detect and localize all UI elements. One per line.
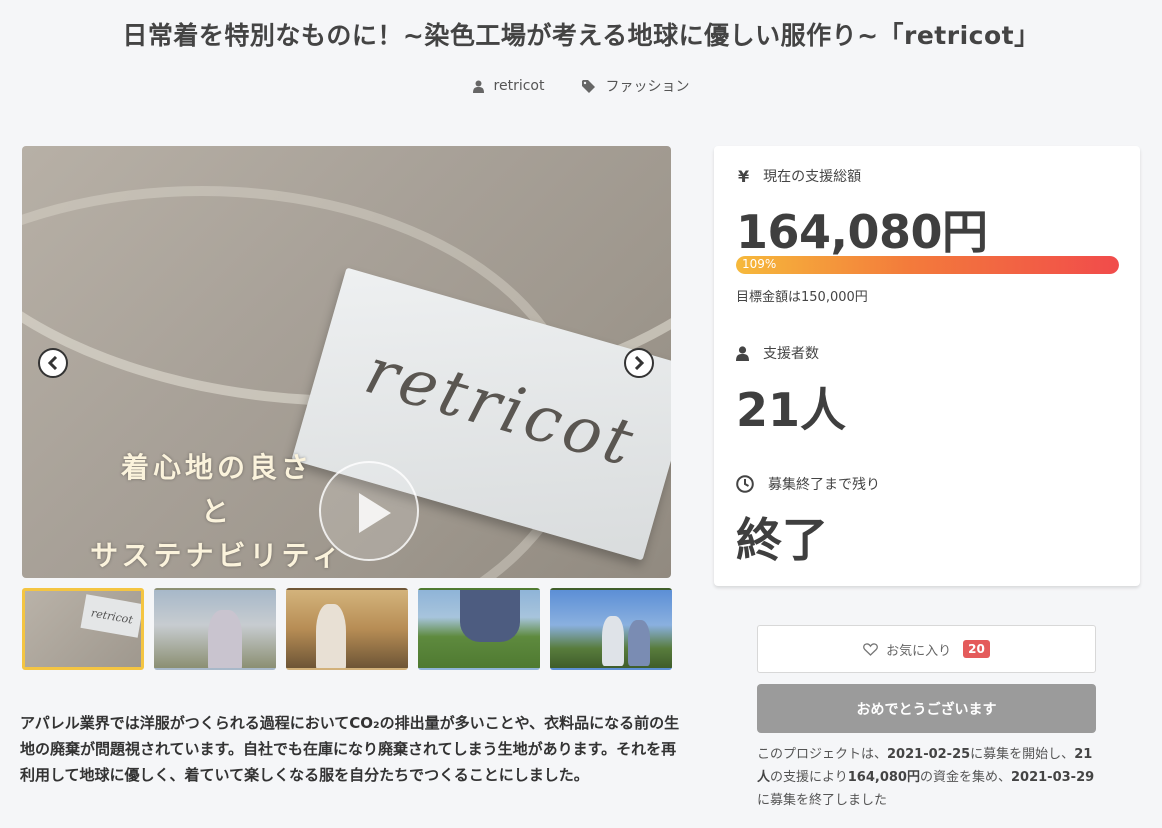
total-amount: 164,080円 [736,205,988,259]
amount-label: ¥ 現在の支援総額 [736,166,861,186]
summary-text: に募集を開始し、 [970,747,1075,762]
heart-icon [863,642,879,656]
person-figure [602,616,624,666]
summary-text: このプロジェクトは、 [757,747,888,762]
thumbnail-4[interactable] [418,588,540,670]
person-figure [208,610,242,668]
project-summary: このプロジェクトは、2021-02-25に募集を開始し、21人の支援により164… [757,743,1096,812]
skirt-figure [460,590,520,642]
funding-progress-bar: 109% [736,256,1119,274]
favorite-count-badge: 20 [963,640,990,658]
yen-icon: ¥ [738,166,750,186]
progress-fill [736,256,1119,274]
amount-label-text: 現在の支援総額 [763,169,862,185]
person-figure [628,620,650,666]
caption-line-3: サステナビリティ [90,539,344,572]
thumb-label-text: retricot [80,594,141,638]
funding-panel: ¥ 現在の支援総額 164,080円 109% 目標金額は150,000円 支援… [714,146,1140,586]
user-icon [472,80,484,93]
image-caption: 着心地の良さ と サステナビリティ [77,446,357,578]
project-description: アパレル業界では洋服がつくられる過程においてCO₂の排出量が多いことや、衣料品に… [20,714,680,784]
thumbnail-strip: retricot [22,588,672,670]
project-meta: retricot ファッション [0,76,1162,96]
progress-percent: 109% [742,257,777,271]
end-date: 2021-03-29 [1011,770,1095,785]
summary-amount: 164,080円 [847,770,920,785]
clock-icon [736,475,754,493]
congratulations-button[interactable]: おめでとうございます [757,684,1096,733]
tag-icon [582,79,596,93]
summary-text: の資金を集め、 [919,770,1011,785]
favorite-label: お気に入り [886,643,952,659]
next-slide-button[interactable] [624,348,654,378]
remaining-label-text: 募集終了まで残り [768,477,880,493]
user-icon [736,345,749,361]
prev-slide-button[interactable] [38,348,68,378]
summary-text: の支援により [770,770,848,785]
thumbnail-2[interactable] [154,588,276,670]
backers-label-text: 支援者数 [763,346,819,362]
goal-amount: 目標金額は150,000円 [736,290,868,305]
backers-label: 支援者数 [736,343,819,363]
person-figure [316,604,346,668]
category-name: ファッション [605,79,690,95]
favorite-button[interactable]: お気に入り 20 [757,625,1096,673]
start-date: 2021-02-25 [887,747,971,762]
thumbnail-1[interactable]: retricot [22,588,144,670]
chevron-left-icon [47,356,58,370]
thumbnail-3[interactable] [286,588,408,670]
category-link[interactable]: ファッション [582,76,689,96]
remaining-label: 募集終了まで残り [736,474,880,494]
caption-line-2: と [200,495,233,528]
project-title: 日常着を特別なものに！~染色工場が考える地球に優しい服作り~「retricot」 [122,21,1040,50]
remaining-value: 終了 [736,513,828,567]
play-video-button[interactable] [319,461,419,561]
summary-text: に募集を終了しました [757,793,888,808]
main-image[interactable]: retricot 着心地の良さ と サステナビリティ [22,146,671,578]
backers-count: 21人 [736,383,847,437]
chevron-right-icon [634,356,645,370]
caption-line-1: 着心地の良さ [120,451,313,484]
thumbnail-5[interactable] [550,588,672,670]
owner-link[interactable]: retricot [472,76,545,96]
owner-name: retricot [493,78,545,94]
